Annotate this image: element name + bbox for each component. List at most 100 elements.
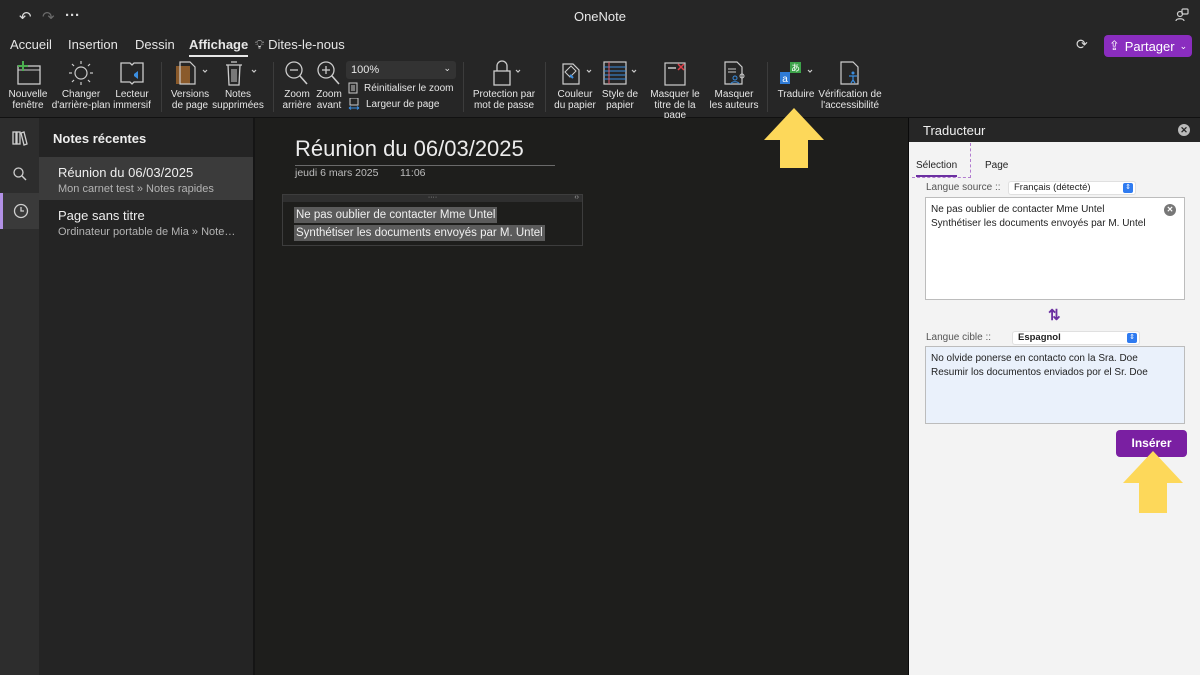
swap-languages-icon[interactable]: ⇅ <box>1048 306 1061 324</box>
target-language-select[interactable]: Espagnol ⇕ <box>1013 332 1139 344</box>
hide-title-icon <box>664 62 686 86</box>
immersive-reader-button[interactable]: Lecteur immersif <box>112 60 152 111</box>
ribbon-separator <box>161 62 162 112</box>
share-icon: ⇪ <box>1108 38 1120 53</box>
tell-me-label: Dites-le-nous <box>268 37 345 52</box>
svg-text:a: a <box>782 74 788 85</box>
clock-icon <box>13 203 29 219</box>
translator-title: Traducteur <box>923 123 986 138</box>
zoom-in-button[interactable]: Zoom avant <box>313 60 345 111</box>
page-width-button[interactable]: Largeur de page <box>348 98 439 110</box>
zoom-out-icon <box>285 61 308 85</box>
target-language-label: Langue cible :: <box>926 332 992 343</box>
change-background-button[interactable]: Changer d'arrière-plan <box>50 60 112 111</box>
note-container[interactable]: ···· ‹› Ne pas oublier de contacter Mme … <box>282 194 583 246</box>
reset-zoom-icon <box>348 82 358 94</box>
select-stepper-icon: ⇕ <box>1127 333 1137 343</box>
paper-style-button[interactable]: Style de papier <box>598 60 642 111</box>
tell-me-search[interactable]: 💡︎ Dites-le-nous <box>255 37 345 53</box>
notebooks-button[interactable] <box>0 120 39 156</box>
ribbon-separator <box>273 62 274 112</box>
note-text-line[interactable]: Ne pas oublier de contacter Mme Untel <box>294 207 498 223</box>
ribbon-tabs: Accueil Insertion Dessin Affichage 💡︎ Dit… <box>0 32 1200 58</box>
page-versions-icon <box>176 61 208 85</box>
note-location: Mon carnet test » Notes rapides <box>58 183 214 195</box>
tab-selection[interactable]: Sélection <box>916 160 958 177</box>
note-title: Page sans titre <box>58 208 145 223</box>
notebooks-icon <box>11 131 28 146</box>
trash-icon <box>226 61 257 86</box>
accessibility-icon <box>840 61 859 85</box>
paper-color-icon <box>562 63 592 85</box>
password-protection-button[interactable]: Protection par mot de passe <box>470 60 538 111</box>
accessibility-check-button[interactable]: Vérification de l'accessibilité <box>818 60 882 111</box>
page-date: jeudi 6 mars 2025 <box>295 167 379 179</box>
translated-text-area: No olvide ponerse en contacto con la Sra… <box>925 346 1185 424</box>
title-bar: ↶ ↷ ··· OneNote <box>0 0 1200 32</box>
svg-text:あ: あ <box>791 63 800 74</box>
lightbulb-icon: 💡︎ <box>255 37 265 52</box>
hide-page-title-button[interactable]: Masquer le titre de la page <box>642 60 708 122</box>
recent-notes-panel: Notes récentes Réunion du 06/03/2025 Mon… <box>39 118 253 675</box>
note-location: Ordinateur portable de Mia » Notes rapid… <box>58 226 238 238</box>
source-language-label: Langue source :: <box>926 182 1001 193</box>
zoom-in-icon <box>317 61 340 85</box>
source-language-select[interactable]: Français (détecté) ⇕ <box>1009 182 1135 194</box>
note-drag-handle[interactable]: ···· ‹› <box>283 194 582 202</box>
zoom-out-button[interactable]: Zoom arrière <box>281 60 313 111</box>
tab-page[interactable]: Page <box>985 160 1008 171</box>
page-width-icon <box>348 98 360 110</box>
clear-icon[interactable]: ✕ <box>1164 204 1176 216</box>
ribbon: Nouvelle fenêtre Changer d'arrière-plan Le… <box>0 58 1200 121</box>
chevron-down-icon: ⌄ <box>443 63 451 73</box>
collaborators-icon[interactable] <box>1175 8 1189 26</box>
close-icon[interactable]: ✕ <box>1178 124 1190 136</box>
share-button[interactable]: ⇪ Partager ⌄ <box>1104 35 1192 57</box>
annotation-arrow-icon <box>1123 451 1183 513</box>
translator-header: Traducteur ✕ <box>909 118 1200 142</box>
translate-icon: aあ <box>780 62 813 85</box>
sync-icon[interactable]: ⟳ <box>1076 36 1088 53</box>
note-text-line[interactable]: Synthétiser les documents envoyés par M.… <box>294 225 545 241</box>
note-resize-handle[interactable]: ‹› <box>574 194 579 201</box>
select-stepper-icon: ⇕ <box>1123 183 1133 193</box>
recent-note-item[interactable]: Page sans titre Ordinateur portable de M… <box>39 200 253 243</box>
zoom-level-select[interactable]: 100% ⌄ <box>346 61 456 79</box>
immersive-reader-icon <box>120 62 144 85</box>
app-title: OneNote <box>573 9 627 24</box>
reset-zoom-button[interactable]: Réinitialiser le zoom <box>348 82 453 94</box>
page-title[interactable]: Réunion du 06/03/2025 <box>295 136 555 166</box>
ribbon-separator <box>545 62 546 112</box>
page-versions-button[interactable]: Versions de page <box>168 60 212 111</box>
tab-accueil[interactable]: Accueil <box>10 37 52 52</box>
search-button[interactable] <box>0 156 39 192</box>
recent-notes-button[interactable] <box>0 193 39 229</box>
tab-dessin[interactable]: Dessin <box>135 37 175 52</box>
chevron-down-icon: ⌄ <box>1179 40 1188 51</box>
paper-color-button[interactable]: Couleur du papier <box>552 60 598 111</box>
note-title: Réunion du 06/03/2025 <box>58 165 194 180</box>
annotation-arrow-icon <box>764 108 824 168</box>
recent-notes-title: Notes récentes <box>53 131 147 146</box>
source-text-area[interactable]: Ne pas oublier de contacter Mme Untel Sy… <box>925 197 1185 300</box>
tab-insertion[interactable]: Insertion <box>68 37 118 52</box>
page-canvas[interactable]: Réunion du 06/03/2025 jeudi 6 mars 2025 … <box>255 118 908 675</box>
translator-pane: Traducteur ✕ Sélection Page Langue sourc… <box>908 118 1200 675</box>
lock-icon <box>493 60 521 86</box>
new-window-button[interactable]: Nouvelle fenêtre <box>6 60 50 111</box>
page-time: 11:06 <box>400 167 426 179</box>
hide-authors-button[interactable]: Masquer les auteurs <box>708 60 760 111</box>
sun-icon <box>69 61 93 85</box>
new-window-icon <box>17 61 41 85</box>
ribbon-separator <box>767 62 768 112</box>
recent-note-item[interactable]: Réunion du 06/03/2025 Mon carnet test » … <box>39 157 253 200</box>
tab-affichage[interactable]: Affichage <box>189 37 249 57</box>
ribbon-separator <box>463 62 464 112</box>
deleted-notes-button[interactable]: Notes supprimées <box>212 60 264 111</box>
zoom-level-value: 100% <box>351 64 380 76</box>
navigation-rail <box>0 118 39 675</box>
search-icon <box>12 167 26 181</box>
share-label: Partager <box>1124 38 1175 54</box>
hide-authors-icon <box>724 61 745 85</box>
translate-button[interactable]: aあ Traduire <box>774 60 818 101</box>
